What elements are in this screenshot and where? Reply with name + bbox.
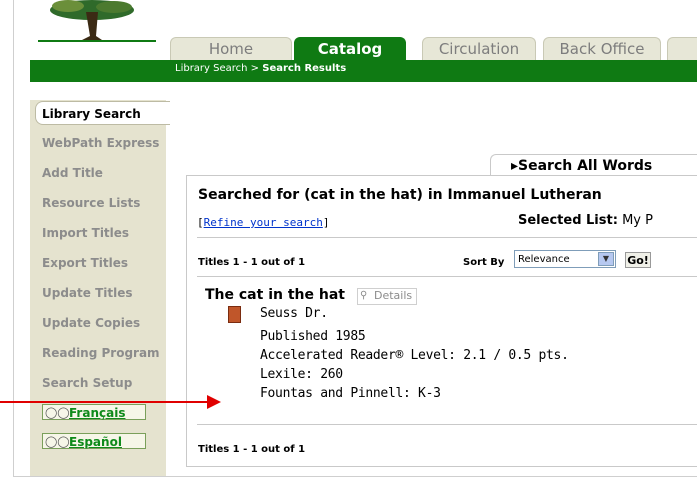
searched-for-heading: Searched for (cat in the hat) in Immanue…: [198, 187, 602, 203]
bracket-open: [: [197, 216, 204, 229]
logo-tree-icon: [38, 0, 156, 42]
chevron-down-icon[interactable]: ▼: [598, 252, 614, 266]
details-label: Details: [374, 289, 413, 302]
sidebar-item-add-title[interactable]: Add Title: [42, 166, 103, 180]
sidebar-item-search-setup[interactable]: Search Setup: [42, 376, 132, 390]
tab-home[interactable]: Home: [170, 37, 292, 61]
glasses-icon: ◯◯: [45, 435, 70, 448]
tab-circulation[interactable]: Circulation: [422, 37, 536, 61]
divider: [197, 276, 697, 277]
result-author: Seuss Dr.: [260, 306, 328, 321]
sort-by-select[interactable]: Relevance ▼: [514, 250, 616, 268]
search-all-words-tab[interactable]: ▸Search All Words: [490, 154, 697, 176]
language-francais-button[interactable]: ◯◯ Français: [42, 404, 146, 420]
result-published: Published 1985: [260, 329, 366, 344]
book-icon: [228, 306, 241, 323]
bracket-close: ]: [322, 216, 330, 229]
details-button[interactable]: ⚲ Details: [357, 288, 418, 305]
tab-back-office[interactable]: Back Office: [543, 37, 661, 61]
language-espanol-button[interactable]: ◯◯ Español: [42, 433, 146, 449]
divider: [197, 424, 697, 425]
refine-search-link[interactable]: Refine your search: [204, 216, 323, 229]
annotation-arrow-line: [0, 401, 210, 403]
result-lexile: Lexile: 260: [260, 367, 343, 382]
selected-list: Selected List: My P: [518, 213, 653, 228]
annotation-arrow-head: [207, 395, 221, 409]
language-label: Français: [69, 406, 126, 420]
sidebar-item-library-search[interactable]: Library Search: [35, 101, 170, 125]
tab-catalog[interactable]: Catalog: [294, 37, 406, 61]
tab-more[interactable]: [667, 37, 697, 61]
search-all-words-label: Search All Words: [518, 158, 653, 174]
results-count-bottom: Titles 1 - 1 out of 1: [198, 444, 306, 455]
sort-by-value: Relevance: [518, 254, 570, 265]
sidebar-item-resource-lists[interactable]: Resource Lists: [42, 196, 140, 210]
refine-search: [Refine your search]: [197, 216, 329, 229]
result-title[interactable]: The cat in the hat: [205, 287, 345, 303]
result-ar-level: Accelerated Reader® Level: 2.1 / 0.5 pts…: [260, 348, 569, 363]
language-label: Español: [69, 435, 122, 449]
sidebar-item-reading-program[interactable]: Reading Program: [42, 346, 160, 360]
nav-green-bar: [30, 60, 697, 82]
sidebar-item-export-titles[interactable]: Export Titles: [42, 256, 128, 270]
breadcrumb-path[interactable]: Library Search >: [175, 63, 262, 74]
caret-right-icon: ▸: [511, 158, 519, 174]
sidebar-item-import-titles[interactable]: Import Titles: [42, 226, 129, 240]
sort-by-label: Sort By: [463, 257, 505, 268]
sidebar-item-update-titles[interactable]: Update Titles: [42, 286, 133, 300]
breadcrumb: Library Search > Search Results: [175, 63, 346, 74]
sidebar-item-update-copies[interactable]: Update Copies: [42, 316, 140, 330]
glasses-icon: ◯◯: [45, 406, 70, 419]
selected-list-value[interactable]: My P: [622, 213, 653, 228]
divider: [197, 237, 697, 238]
sidebar-item-webpath-express[interactable]: WebPath Express: [42, 136, 159, 150]
magnifier-icon: ⚲: [360, 290, 368, 301]
selected-list-label: Selected List:: [518, 213, 618, 228]
result-fountas-pinnell: Fountas and Pinnell: K-3: [260, 386, 441, 401]
results-count-top: Titles 1 - 1 out of 1: [198, 257, 306, 268]
main-nav-tabs: Home Catalog Circulation Back Office: [170, 37, 697, 61]
go-button[interactable]: Go!: [625, 252, 651, 268]
breadcrumb-current: Search Results: [262, 63, 347, 74]
